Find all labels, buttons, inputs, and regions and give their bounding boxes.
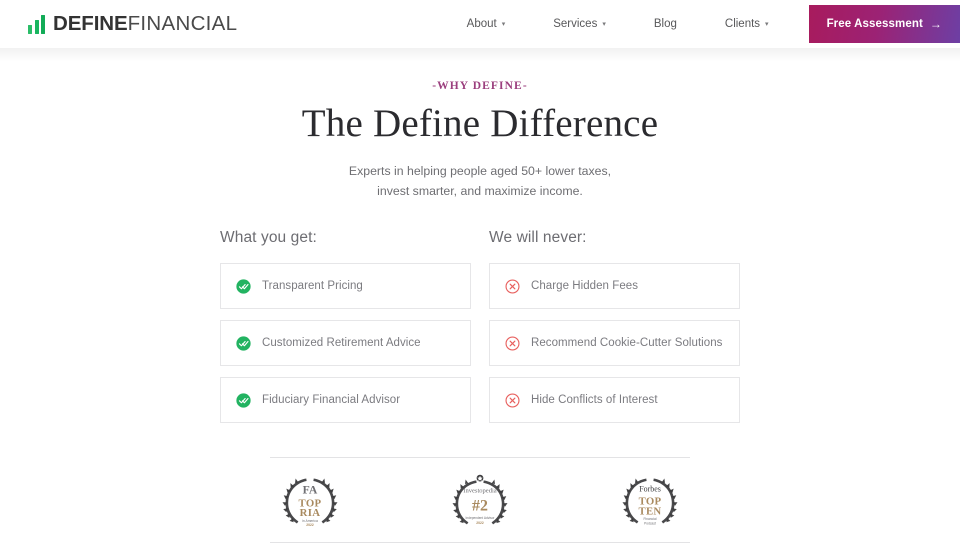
hero-subtitle-line-1: Experts in helping people aged 50+ lower… xyxy=(348,163,612,178)
column-we-will-never: We will never: Charge Hidden Fees Recomm… xyxy=(489,229,740,424)
nav-item-blog[interactable]: Blog xyxy=(630,18,701,30)
arrow-right-icon: → xyxy=(929,17,942,31)
chevron-down-icon: ▾ xyxy=(501,20,506,28)
awards-section: FA TOP RIA in America 2022 Investopedia … xyxy=(0,457,960,544)
hero-subtitle-line-2: invest smarter, and maximize income. xyxy=(377,183,583,198)
list-item[interactable]: Hide Conflicts of Interest xyxy=(489,377,740,424)
badge-brand: Forbes xyxy=(639,485,661,494)
bar-chart-icon xyxy=(28,14,45,34)
nav-item-label: About xyxy=(466,18,497,30)
list-item[interactable]: Fiduciary Financial Advisor xyxy=(220,377,471,424)
badge-year: 2022 xyxy=(476,521,484,525)
badge-brand: FA xyxy=(303,484,318,497)
badge-year: 2022 xyxy=(306,524,314,528)
list-item[interactable]: Customized Retirement Advice xyxy=(220,320,471,367)
nav-item-label: Services xyxy=(553,18,598,30)
column-heading: We will never: xyxy=(489,229,587,247)
brand-name-light: FINANCIAL xyxy=(127,11,238,35)
list-item[interactable]: Charge Hidden Fees xyxy=(489,263,740,310)
free-assessment-button[interactable]: Free Assessment → xyxy=(808,5,960,43)
nav-item-services[interactable]: Services ▾ xyxy=(529,18,630,30)
divider-bottom xyxy=(270,542,690,544)
investopedia-badge: Investopedia #2 Independent Advisor 2022 xyxy=(452,475,508,525)
nav-item-label: Blog xyxy=(653,18,677,30)
forbes-top-ten-badge: Forbes TOP TEN Financial Podcast xyxy=(622,479,678,526)
x-circle-icon xyxy=(505,393,520,408)
x-circle-icon xyxy=(505,336,520,351)
brand-logo[interactable]: DEFINEFINANCIAL xyxy=(28,11,238,35)
brand-name-bold: DEFINE xyxy=(53,11,128,35)
column-what-you-get: What you get: Transparent Pricing Custom… xyxy=(220,229,471,424)
hero-eyebrow: -WHY DEFINE- xyxy=(432,80,528,92)
nav-item-about[interactable]: About ▾ xyxy=(443,18,530,30)
badge-line2: TEN xyxy=(639,506,662,518)
hero-subtitle: Experts in helping people aged 50+ lower… xyxy=(0,162,960,202)
check-circle-icon xyxy=(236,279,251,294)
badge-sub: Independent Advisor xyxy=(466,517,495,521)
badge-line1: #2 xyxy=(472,498,488,515)
brand-wordmark: DEFINEFINANCIAL xyxy=(53,11,238,35)
chevron-down-icon: ▾ xyxy=(602,20,606,28)
check-circle-icon xyxy=(236,393,251,408)
list-item-label: Transparent Pricing xyxy=(262,280,363,293)
list-item-label: Charge Hidden Fees xyxy=(531,280,639,293)
list-item-label: Recommend Cookie-Cutter Solutions xyxy=(531,337,723,350)
badge-year: Podcast xyxy=(644,522,656,526)
column-heading: What you get: xyxy=(220,229,317,247)
chevron-down-icon: ▾ xyxy=(765,20,769,28)
list-item-label: Fiduciary Financial Advisor xyxy=(262,394,401,407)
badge-line2: RIA xyxy=(300,507,321,519)
fa-top-ria-badge: FA TOP RIA in America 2022 xyxy=(282,479,338,528)
list-item-label: Hide Conflicts of Interest xyxy=(531,394,658,407)
badge-brand: Investopedia xyxy=(463,488,496,495)
list-item[interactable]: Recommend Cookie-Cutter Solutions xyxy=(489,320,740,367)
x-circle-icon xyxy=(505,279,520,294)
award-badge-row: FA TOP RIA in America 2022 Investopedia … xyxy=(278,458,682,542)
page-title: The Define Difference xyxy=(301,102,659,145)
list-item[interactable]: Transparent Pricing xyxy=(220,263,471,310)
comparison-columns: What you get: Transparent Pricing Custom… xyxy=(0,229,960,424)
site-header: DEFINEFINANCIAL About ▾ Services ▾ Blog … xyxy=(0,0,960,62)
list-item-label: Customized Retirement Advice xyxy=(262,337,421,350)
nav-item-label: Clients xyxy=(724,18,761,30)
hero-section: -WHY DEFINE- The Define Difference Exper… xyxy=(0,48,960,201)
main-navigation: About ▾ Services ▾ Blog Clients ▾ Free A… xyxy=(443,5,960,43)
cta-label: Free Assessment xyxy=(826,18,923,30)
nav-item-clients[interactable]: Clients ▾ xyxy=(701,18,793,30)
check-circle-icon xyxy=(236,336,251,351)
